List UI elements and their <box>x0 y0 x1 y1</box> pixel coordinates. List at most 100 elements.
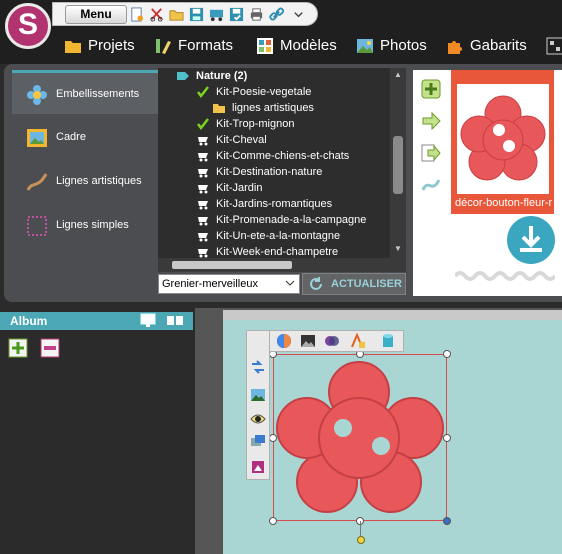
download-icon <box>520 226 542 252</box>
eye-icon[interactable] <box>250 411 266 427</box>
open-folder-icon[interactable] <box>169 7 184 22</box>
save-as-icon[interactable] <box>229 7 244 22</box>
thumbnail-card[interactable]: décor-bouton-fleur-r <box>451 70 554 214</box>
menu-button[interactable]: Menu <box>65 5 127 24</box>
cart-icon <box>196 165 210 179</box>
tree-item-label: lignes artistiques <box>232 102 314 114</box>
text-effect-icon[interactable] <box>350 333 366 349</box>
image-icon[interactable] <box>300 333 316 349</box>
tree-item-label: Kit-Un-ete-a-la-montagne <box>216 230 341 242</box>
photo-icon <box>356 37 374 55</box>
resize-handle-top-right[interactable] <box>443 350 451 358</box>
color-wheel-icon[interactable] <box>276 333 292 349</box>
flip-icon[interactable] <box>250 359 266 375</box>
insert-page-icon[interactable] <box>420 142 442 164</box>
check-icon <box>196 117 210 131</box>
picture-icon[interactable] <box>250 387 266 403</box>
resize-handle-bottom-left[interactable] <box>269 517 277 525</box>
scissors-icon[interactable] <box>149 7 164 22</box>
cart-icon[interactable] <box>209 7 224 22</box>
tree-horizontal-scrollbar[interactable] <box>158 258 406 272</box>
folder-icon <box>212 101 226 115</box>
refresh-icon <box>310 277 322 290</box>
dropdown-arrow-icon[interactable] <box>291 7 306 22</box>
tag-icon <box>176 69 190 83</box>
tab-embellissements[interactable]: Embellissements <box>12 70 160 114</box>
link-icon[interactable] <box>269 7 284 22</box>
cart-icon <box>196 133 210 147</box>
actions-column <box>413 70 449 296</box>
dotted-square-icon <box>26 215 48 237</box>
tree-item-label: Kit-Jardin <box>216 182 263 194</box>
thumbnail-image <box>457 84 549 194</box>
source-select[interactable]: Grenier-merveilleux <box>158 274 300 294</box>
overlap-circles-icon[interactable] <box>324 333 340 349</box>
album-title: Album <box>10 314 48 328</box>
horizontal-scroll-thumb[interactable] <box>172 261 292 269</box>
tree-scrollbar[interactable]: ▲ ▼ <box>390 68 406 258</box>
print-icon[interactable] <box>249 7 264 22</box>
cylinder-icon[interactable] <box>380 333 396 349</box>
tab-lignes-simples[interactable]: Lignes simples <box>12 204 160 248</box>
monitor-icon[interactable] <box>140 313 156 328</box>
source-select-value: Grenier-merveilleux <box>162 278 258 290</box>
rotation-handle[interactable] <box>357 536 365 544</box>
cart-icon <box>196 245 210 258</box>
flower-icon <box>26 84 48 106</box>
grid-icon <box>256 37 274 55</box>
curve-icon[interactable] <box>420 174 442 196</box>
check-icon <box>196 85 210 99</box>
album-add-page-icon[interactable] <box>8 338 28 358</box>
scroll-up-icon[interactable]: ▲ <box>393 70 403 80</box>
save-icon[interactable] <box>189 7 204 22</box>
selection-box <box>273 354 447 521</box>
ruler <box>223 310 562 320</box>
add-icon[interactable] <box>420 78 442 100</box>
layers-icon[interactable] <box>250 433 266 449</box>
scroll-thumb[interactable] <box>393 136 403 194</box>
download-button[interactable] <box>507 216 555 264</box>
flower-button-icon <box>460 95 546 181</box>
new-page-icon[interactable] <box>129 7 144 22</box>
tab-lignes-artistiques[interactable]: Lignes artistiques <box>12 160 160 204</box>
ruler-pencil-icon <box>154 37 172 55</box>
cart-icon <box>196 197 210 211</box>
more-icon[interactable] <box>546 32 562 60</box>
album-header: Album <box>0 312 193 330</box>
tree-item-label: Kit-Promenade-a-la-campagne <box>216 214 367 226</box>
cart-icon <box>196 229 210 243</box>
shadow-icon[interactable] <box>250 459 266 475</box>
folder-icon <box>64 37 82 55</box>
resize-handle-left[interactable] <box>269 434 277 442</box>
tree-item-label: Kit-Week-end-champetre <box>216 246 339 258</box>
quick-access-toolbar: Menu <box>52 2 318 26</box>
lace-border-thumbnail[interactable] <box>455 270 555 282</box>
cart-icon <box>196 213 210 227</box>
rotation-line <box>360 521 361 536</box>
element-toolbar-vertical <box>246 330 270 480</box>
resize-handle-bottom-right[interactable] <box>443 517 451 525</box>
tree-item-label: Kit-Trop-mignon <box>216 118 295 130</box>
puzzle-icon <box>446 37 464 55</box>
tree-item-label: Kit-Cheval <box>216 134 267 146</box>
category-tabs: Embellissements Cadre Lignes artistiques… <box>12 68 160 300</box>
frame-icon <box>26 127 48 149</box>
refresh-button[interactable]: ACTUALISER <box>302 273 406 295</box>
cart-icon <box>196 181 210 195</box>
cart-icon <box>196 149 210 163</box>
arrow-right-icon[interactable] <box>420 110 442 132</box>
scroll-down-icon[interactable]: ▼ <box>393 244 403 254</box>
app-logo[interactable]: S <box>5 3 51 49</box>
tree-item-label: Kit-Destination-nature <box>216 166 323 178</box>
resize-handle-right[interactable] <box>443 434 451 442</box>
top-bar: S Menu Projets Formats Modèles Photos Ga… <box>0 0 562 64</box>
tree-item-label: Kit-Poesie-vegetale <box>216 86 312 98</box>
preview-area: décor-bouton-fleur-r <box>449 70 562 296</box>
album-remove-page-icon[interactable] <box>40 338 60 358</box>
category-tree: Nature (2) Kit-Poesie-vegetale lignes art… <box>158 68 406 258</box>
chevron-down-icon <box>285 280 295 286</box>
refresh-label: ACTUALISER <box>331 278 402 290</box>
two-page-icon[interactable] <box>166 313 184 328</box>
thumbnail-caption: décor-bouton-fleur-r <box>455 197 553 209</box>
tab-cadre[interactable]: Cadre <box>12 116 160 160</box>
